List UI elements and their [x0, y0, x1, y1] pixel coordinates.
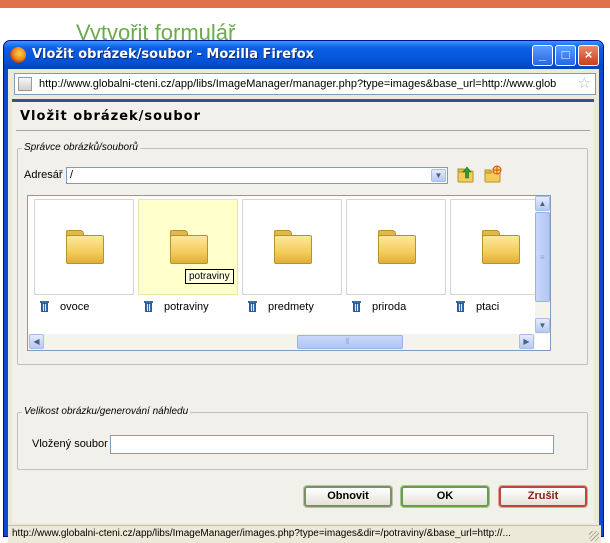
folder-name[interactable]: priroda: [372, 301, 406, 313]
popup-window: Vložit obrázek/soubor - Mozilla Firefox …: [3, 40, 604, 543]
size-fieldset: Velikost obrázku/generování náhledu Vlož…: [17, 406, 588, 470]
minimize-button[interactable]: _: [532, 45, 553, 66]
vertical-scrollbar[interactable]: ▲ ≡ ▼: [535, 196, 550, 334]
window-title: Vložit obrázek/soubor - Mozilla Firefox: [32, 47, 315, 62]
directory-label: Adresář: [24, 169, 63, 181]
folder-up-icon: [457, 166, 474, 183]
cancel-button[interactable]: Zrušit: [498, 485, 588, 508]
folder-thumb-priroda[interactable]: [346, 199, 446, 295]
folder-thumb-predmety[interactable]: [242, 199, 342, 295]
status-bar: http://www.globalni-cteni.cz/app/libs/Im…: [8, 525, 601, 543]
folder-icon: [378, 230, 416, 264]
horizontal-scroll-thumb[interactable]: ⦀: [297, 335, 403, 349]
refresh-button[interactable]: Obnovit: [303, 485, 393, 508]
folder-name[interactable]: predmety: [268, 301, 314, 313]
dialog-title: Vložit obrázek/soubor: [20, 109, 201, 124]
directory-select[interactable]: / ▼: [66, 167, 448, 184]
page-icon: [18, 77, 32, 91]
horizontal-scrollbar[interactable]: ◀ ⦀ ▶: [28, 334, 535, 350]
inserted-file-label: Vložený soubor: [32, 438, 108, 450]
folder-tooltip: potraviny: [185, 269, 234, 284]
folder-up-button[interactable]: [455, 164, 477, 186]
scroll-up-icon[interactable]: ▲: [535, 196, 550, 211]
address-bar[interactable]: http://www.globalni-cteni.cz/app/libs/Im…: [14, 73, 596, 95]
scroll-right-icon[interactable]: ▶: [519, 334, 534, 349]
folder-icon: [170, 230, 208, 264]
directory-value: /: [70, 169, 74, 181]
new-folder-icon: [484, 165, 502, 183]
new-folder-button[interactable]: [482, 164, 504, 186]
ok-button[interactable]: OK: [400, 485, 490, 508]
dialog-content: Vložit obrázek/soubor Správce obrázků/so…: [12, 99, 594, 523]
manager-fieldset: Správce obrázků/souborů Adresář / ▼ ovoc…: [17, 142, 588, 365]
folder-name[interactable]: potraviny: [164, 301, 209, 313]
folder-icon: [482, 230, 520, 264]
status-text: http://www.globalni-cteni.cz/app/libs/Im…: [12, 528, 511, 539]
vertical-scroll-thumb[interactable]: ≡: [535, 212, 550, 302]
folder-name[interactable]: ovoce: [60, 301, 89, 313]
dialog-top-rule: [12, 99, 594, 102]
trash-icon[interactable]: [456, 301, 465, 312]
title-bar[interactable]: Vložit obrázek/soubor - Mozilla Firefox …: [4, 41, 603, 69]
bookmark-star-icon[interactable]: ☆: [578, 75, 591, 93]
chevron-down-icon[interactable]: ▼: [431, 169, 446, 182]
folder-icon: [66, 230, 104, 264]
size-legend: Velikost obrázku/generování náhledu: [22, 406, 191, 417]
scroll-left-icon[interactable]: ◀: [29, 334, 44, 349]
scroll-down-icon[interactable]: ▼: [535, 318, 550, 333]
file-grid: ovoce potraviny predmety priroda ptaci p…: [27, 195, 551, 351]
folder-thumb-ovoce[interactable]: [34, 199, 134, 295]
inserted-file-field[interactable]: [110, 435, 554, 454]
trash-icon[interactable]: [248, 301, 257, 312]
firefox-icon: [10, 47, 26, 63]
trash-icon[interactable]: [144, 301, 153, 312]
close-button[interactable]: ×: [578, 45, 599, 66]
manager-legend: Správce obrázků/souborů: [22, 142, 140, 153]
maximize-button[interactable]: □: [555, 45, 576, 66]
folder-icon: [274, 230, 312, 264]
page-header-strip: [0, 0, 610, 8]
address-url[interactable]: http://www.globalni-cteni.cz/app/libs/Im…: [39, 78, 571, 90]
window-client-area: http://www.globalni-cteni.cz/app/libs/Im…: [8, 69, 601, 543]
dialog-title-divider: [16, 130, 590, 131]
trash-icon[interactable]: [352, 301, 361, 312]
folder-name[interactable]: ptaci: [476, 301, 499, 313]
trash-icon[interactable]: [40, 301, 49, 312]
